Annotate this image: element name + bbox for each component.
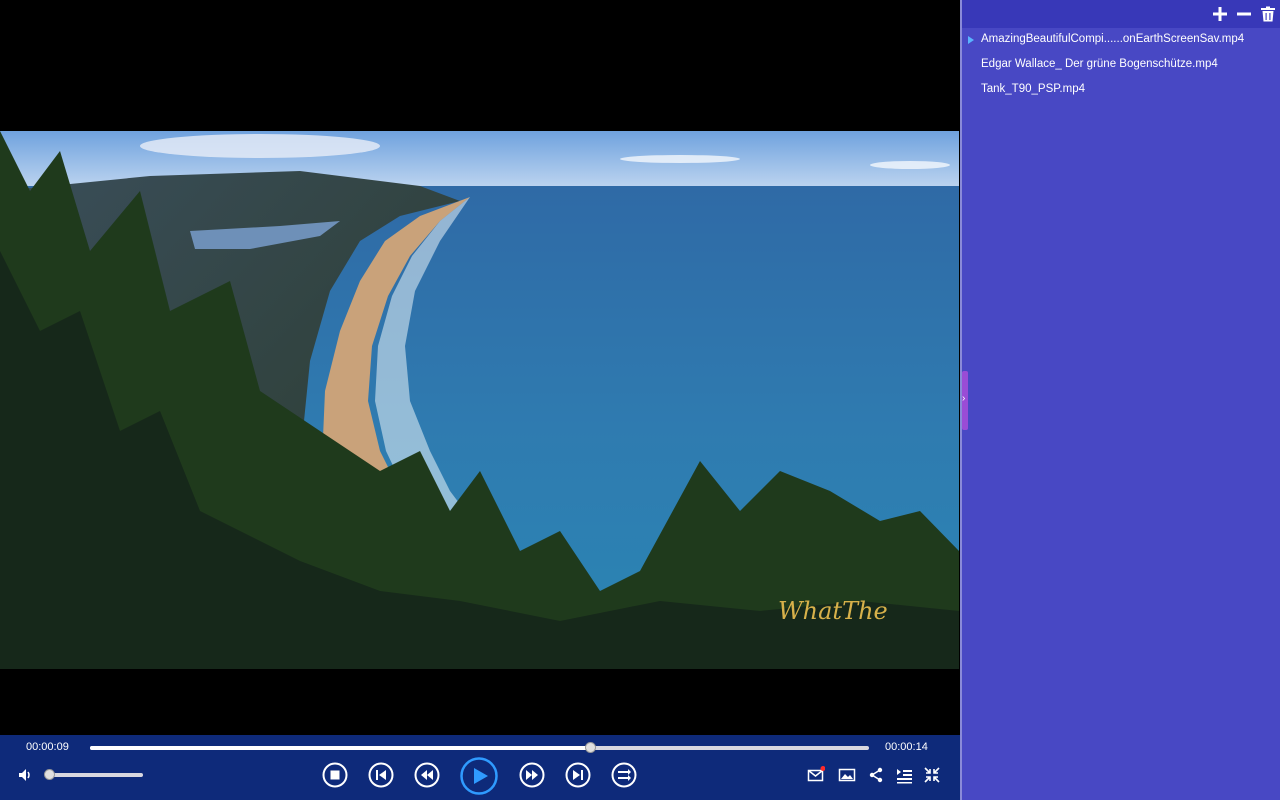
video-watermark: WhatThe bbox=[778, 597, 888, 625]
mail-icon bbox=[807, 766, 826, 782]
share-button[interactable] bbox=[867, 766, 885, 784]
play-button[interactable] bbox=[460, 757, 498, 795]
stop-button[interactable] bbox=[322, 762, 348, 788]
fast-forward-icon bbox=[519, 762, 545, 788]
playlist-toggle-icon bbox=[897, 769, 912, 784]
volume-slider[interactable] bbox=[43, 769, 143, 780]
sidebar-collapse-handle[interactable]: › bbox=[962, 371, 968, 430]
remove-button[interactable] bbox=[1236, 6, 1252, 22]
time-elapsed: 00:00:09 bbox=[26, 741, 69, 753]
remove-icon bbox=[1237, 12, 1251, 16]
playlist-item-title: Edgar Wallace_ Der grüne Bogenschütze.mp… bbox=[981, 58, 1218, 70]
volume-icon[interactable] bbox=[18, 767, 34, 783]
progress-fill bbox=[90, 746, 591, 750]
volume-knob[interactable] bbox=[43, 769, 55, 780]
add-icon bbox=[1213, 7, 1227, 21]
collapse-icon bbox=[924, 767, 940, 783]
snapshot-button[interactable] bbox=[838, 766, 856, 784]
playlist-panel: AmazingBeautifulCompi......onEarthScreen… bbox=[960, 0, 1280, 800]
skip-next-icon bbox=[565, 762, 591, 788]
progress-bar[interactable] bbox=[90, 742, 869, 753]
video-scene: WhatThe bbox=[0, 131, 959, 669]
playback-mode-button[interactable] bbox=[611, 762, 637, 788]
next-button[interactable] bbox=[565, 762, 591, 788]
playlist-item[interactable]: Tank_T90_PSP.mp4 bbox=[962, 80, 1280, 105]
playlist-item[interactable]: Edgar Wallace_ Der grüne Bogenschütze.mp… bbox=[962, 55, 1280, 80]
chevron-right-icon: › bbox=[962, 393, 966, 404]
fast-forward-button[interactable] bbox=[519, 762, 545, 788]
video-frame[interactable]: WhatThe bbox=[0, 131, 959, 669]
now-playing-icon bbox=[968, 36, 974, 44]
playlist-item-title: AmazingBeautifulCompi......onEarthScreen… bbox=[981, 33, 1245, 45]
share-icon bbox=[869, 767, 883, 783]
control-bar: 00:00:09 00:00:14 bbox=[0, 735, 960, 800]
rewind-icon bbox=[414, 762, 440, 788]
trash-icon bbox=[1261, 6, 1275, 22]
playlist-item[interactable]: AmazingBeautifulCompi......onEarthScreen… bbox=[962, 30, 1280, 55]
play-icon bbox=[460, 757, 498, 795]
video-player: WhatThe 00:00:09 00:00:14 bbox=[0, 0, 960, 800]
playlist-toggle-button[interactable] bbox=[895, 766, 913, 784]
playlist-toolbar bbox=[962, 0, 1280, 28]
progress-knob[interactable] bbox=[585, 742, 597, 753]
trash-button[interactable] bbox=[1260, 6, 1276, 22]
playlist-item-title: Tank_T90_PSP.mp4 bbox=[981, 83, 1085, 95]
time-total: 00:00:14 bbox=[885, 741, 928, 753]
skip-previous-icon bbox=[368, 762, 394, 788]
previous-button[interactable] bbox=[368, 762, 394, 788]
picture-icon bbox=[838, 768, 856, 782]
repeat-list-icon bbox=[611, 762, 637, 788]
playlist: AmazingBeautifulCompi......onEarthScreen… bbox=[962, 30, 1280, 105]
collapse-button[interactable] bbox=[923, 766, 941, 784]
rewind-button[interactable] bbox=[414, 762, 440, 788]
add-button[interactable] bbox=[1212, 6, 1228, 22]
mail-button[interactable] bbox=[807, 766, 826, 784]
stop-icon bbox=[322, 762, 348, 788]
